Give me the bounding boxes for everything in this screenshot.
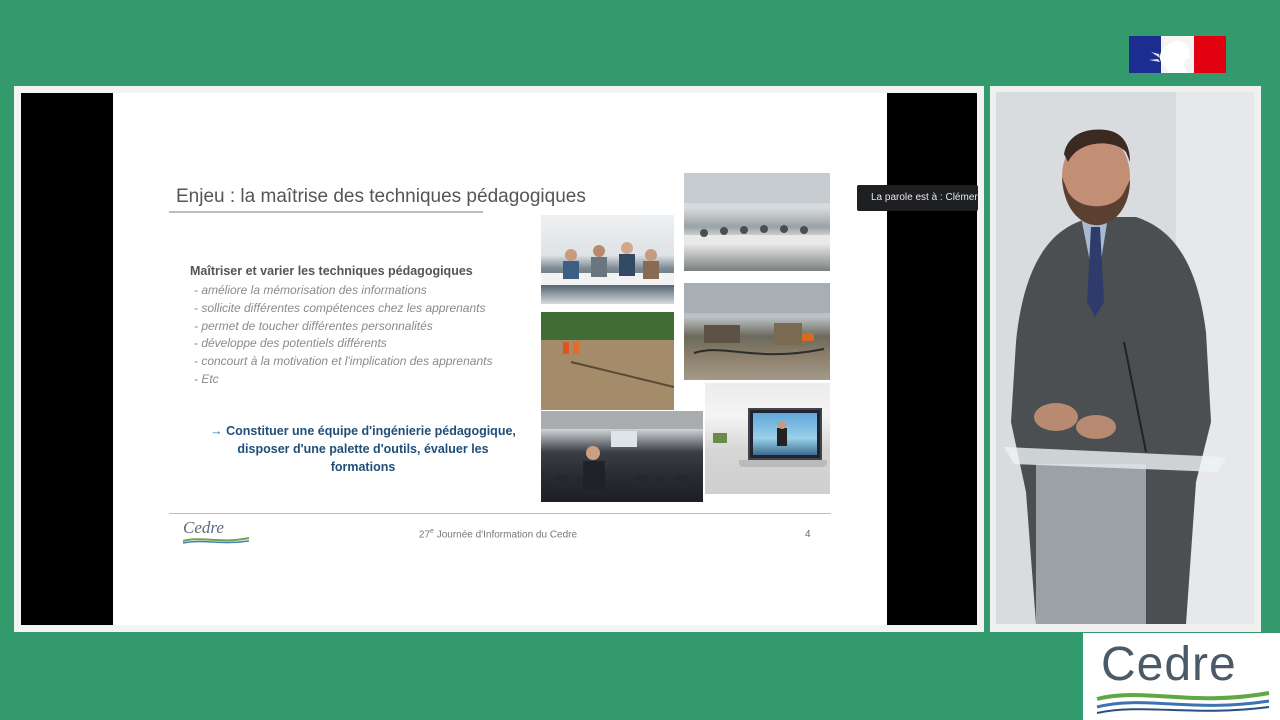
speaker-video-feed bbox=[996, 92, 1254, 624]
presentation-slide: Enjeu : la maîtrise des techniques pédag… bbox=[113, 93, 887, 625]
cedre-wave-icon bbox=[1096, 691, 1270, 714]
brand-logo-text: Cedre bbox=[1101, 638, 1237, 691]
footer-event-name: 27e Journée d'Information du Cedre bbox=[418, 528, 578, 541]
footer-cedre-logo: Cedre bbox=[183, 518, 224, 537]
slide-heading: Maîtriser et varier les techniques pédag… bbox=[190, 264, 473, 278]
bullet-item: - développe des potentiels différents bbox=[194, 336, 387, 351]
slide-callout: → Constituer une équipe d'ingénierie péd… bbox=[193, 422, 533, 476]
classroom-group-photo bbox=[541, 215, 674, 304]
slide-title: Enjeu : la maîtrise des techniques pédag… bbox=[176, 186, 586, 207]
marianne-profile-icon bbox=[1149, 40, 1190, 73]
conference-room-photo bbox=[684, 173, 830, 271]
outdoor-equipment-site-photo bbox=[684, 283, 830, 380]
laptop-elearning-photo bbox=[705, 383, 830, 494]
arrow-right-icon: → bbox=[210, 424, 223, 438]
bullet-item: - concourt à la motivation et l'implicat… bbox=[194, 354, 493, 369]
cedre-brand-logo: Cedre bbox=[1083, 633, 1280, 720]
presentation-frame: Enjeu : la maîtrise des techniques pédag… bbox=[14, 86, 984, 632]
bullet-item: - Etc bbox=[194, 371, 219, 386]
bullet-list: - améliore la mémorisation des informati… bbox=[194, 282, 492, 389]
callout-line-2: disposer d'une palette d'outils, évaluer… bbox=[237, 442, 489, 456]
speaker-video-panel bbox=[990, 86, 1261, 632]
river-field-exercise-photo bbox=[541, 312, 674, 410]
callout-line-3: formations bbox=[330, 460, 396, 474]
cedre-wave-icon bbox=[182, 537, 250, 544]
slide-page-number: 4 bbox=[805, 529, 811, 540]
bullet-item: - améliore la mémorisation des informati… bbox=[194, 283, 427, 297]
bullet-item: - permet de toucher différentes personna… bbox=[194, 318, 433, 333]
auditorium-presentation-photo bbox=[541, 411, 703, 502]
marianne-flag-logo bbox=[1129, 36, 1226, 73]
bullet-item: - sollicite différentes compétences chez… bbox=[194, 300, 486, 315]
callout-line-1: Constituer une équipe d'ingénierie pédag… bbox=[226, 424, 516, 438]
footer-divider bbox=[169, 513, 831, 514]
title-divider bbox=[169, 211, 483, 213]
speaker-notice-tooltip: La parole est à : Clémer bbox=[857, 185, 978, 211]
